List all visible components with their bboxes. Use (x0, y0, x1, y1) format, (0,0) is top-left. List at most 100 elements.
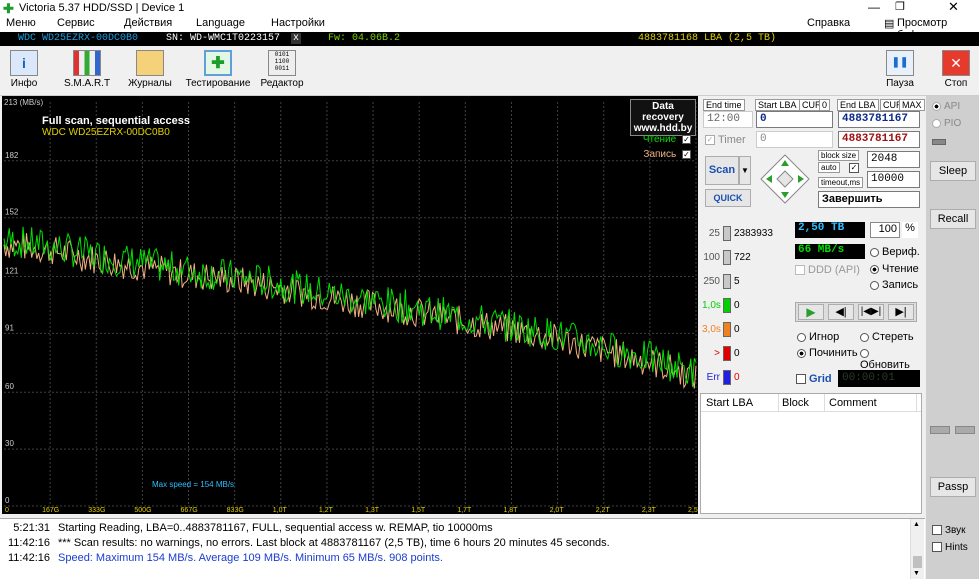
menu-item-help[interactable]: Справка (807, 17, 850, 29)
device-serial: SN: WD-WMC1T0223157 (166, 33, 281, 44)
verify-label: Вериф. (882, 246, 920, 258)
x-tick-label: 1,8T (503, 507, 518, 514)
col-divider (916, 394, 917, 412)
scroll-thumb[interactable] (913, 556, 922, 568)
rewind-icon[interactable]: ◀| (828, 304, 854, 320)
erase-radio[interactable]: Стереть (860, 331, 914, 343)
x-tick-label: 833G (227, 507, 244, 514)
sound-checkbox[interactable]: Звук (932, 525, 966, 536)
write-radio[interactable]: Запись (870, 279, 918, 291)
sound-label: Звук (945, 525, 966, 536)
col-comment[interactable]: Comment (829, 397, 877, 409)
end-icon[interactable]: ▶| (888, 304, 914, 320)
scan-button[interactable]: Scan (705, 156, 739, 185)
tab-smart-label: S.M.A.R.T (63, 78, 111, 89)
ddd-checkbox[interactable]: DDD (API) (795, 264, 860, 276)
log-message: *** Scan results: no warnings, no errors… (58, 537, 610, 549)
stat-color-box (723, 298, 731, 313)
menu-item-actions[interactable]: Действия (124, 17, 172, 29)
repair-radio[interactable]: Починить (797, 347, 858, 359)
tab-testing-label: Тестирование (185, 78, 251, 89)
end-max-button[interactable]: MAX (899, 99, 925, 111)
block-size-select[interactable]: 2048 (867, 151, 920, 168)
stop-label: Стоп (944, 78, 968, 89)
end-lba-field[interactable]: 4883781167 (838, 111, 920, 128)
finish-select[interactable]: Завершить (818, 191, 920, 208)
end-time-field[interactable]: 12:00 (703, 111, 753, 128)
stat-count: 2383933 (734, 228, 773, 239)
legend-read-checkbox[interactable]: ✓ (682, 134, 691, 144)
stat-label: 250 (703, 276, 720, 287)
direction-pad[interactable] (760, 154, 810, 204)
menu-item-service[interactable]: Сервис (57, 17, 95, 29)
tab-editor-label: Редактор (260, 78, 304, 89)
ignore-radio[interactable]: Игнор (797, 331, 839, 343)
x-tick-label: 2,2T (596, 507, 611, 514)
tab-editor[interactable]: 0101 1100 0011 Редактор (258, 50, 306, 89)
play-icon[interactable]: ▶ (798, 304, 824, 320)
tab-testing[interactable]: ✚ Тестирование (184, 50, 252, 89)
auto-label: auto (818, 162, 840, 173)
stat-color-box (723, 322, 731, 337)
close-icon[interactable]: ✕ (948, 0, 959, 15)
tab-info[interactable]: i Инфо (6, 50, 42, 89)
speed-graph-svg: 182 152 121 91 60 30 0 167G 333G 500G 667G 833G 1,0T… (3, 102, 698, 514)
clipboard-icon: ▤ (884, 18, 895, 30)
scroll-up-icon[interactable]: ▲ (913, 521, 920, 528)
stop-button[interactable]: ✕ Стоп (938, 50, 974, 89)
menu-bar: Меню Сервис Действия Language Настройки … (0, 16, 979, 41)
stat-count: 0 (734, 372, 740, 383)
scroll-down-icon[interactable]: ▼ (913, 570, 920, 577)
x-tick-label: 1,3T (365, 507, 380, 514)
device-model: WDC WD25EZRX-00DC0B0 (18, 33, 139, 44)
stat-label: 1,0s (702, 300, 721, 311)
auto-checkbox[interactable]: ✓ (849, 163, 859, 173)
stat-label: > (714, 348, 720, 359)
passp-button[interactable]: Passp (930, 477, 976, 497)
quick-button[interactable]: QUICK (705, 189, 751, 207)
restore-icon[interactable]: ❐ (895, 0, 905, 13)
read-radio[interactable]: Чтение (870, 263, 919, 275)
api-label: API (944, 101, 961, 112)
small-button-1[interactable] (930, 426, 950, 434)
small-button-2[interactable] (955, 426, 975, 434)
pause-button[interactable]: ❚❚ Пауза (882, 50, 918, 89)
legend-write-checkbox[interactable]: ✓ (682, 149, 691, 159)
log-scrollbar[interactable]: ▲ ▼ (910, 519, 924, 579)
step-icon[interactable]: |◀▶| (858, 304, 884, 320)
smart-icon (73, 50, 101, 76)
menu-item-settings[interactable]: Настройки (271, 17, 325, 29)
tab-logs[interactable]: Журналы (126, 50, 174, 89)
start-lba-label: Start LBA (755, 99, 800, 111)
menu-item-menu[interactable]: Меню (6, 17, 36, 29)
verify-radio[interactable]: Вериф. (870, 246, 920, 258)
api-radio[interactable]: API (932, 101, 960, 112)
timer-field[interactable]: 0 (756, 131, 833, 148)
col-block[interactable]: Block (782, 397, 809, 409)
hints-checkbox[interactable]: Hints (932, 542, 968, 553)
stat-count: 5 (734, 276, 740, 287)
timer-checkbox[interactable]: ✓ Timer (705, 134, 746, 146)
scan-dropdown-icon[interactable]: ▼ (739, 156, 751, 185)
menu-item-language[interactable]: Language (196, 17, 245, 29)
stat-color-box (723, 274, 731, 289)
end-lba-field-2[interactable]: 4883781167 (838, 131, 920, 148)
grid-checkbox[interactable]: Grid (796, 373, 832, 385)
tab-smart[interactable]: S.M.A.R.T (62, 50, 112, 89)
log-panel[interactable]: 5:21:31 Starting Reading, LBA=0..48837811… (0, 518, 925, 579)
timeout-select[interactable]: 10000 (867, 171, 920, 188)
x-tick-label: 1,2T (319, 507, 334, 514)
device-close-button[interactable]: x (291, 33, 302, 44)
data-recovery-banner[interactable]: Data recovery www.hdd.by (630, 99, 696, 136)
start-lba-field[interactable]: 0 (756, 111, 833, 128)
col-start-lba[interactable]: Start LBA (706, 397, 753, 409)
defect-table[interactable]: Start LBA Block Comment (700, 393, 922, 514)
sleep-button[interactable]: Sleep (930, 161, 976, 181)
start-zero-button[interactable]: 0 (819, 99, 831, 111)
y-tick-label: 30 (5, 439, 14, 448)
refresh-radio[interactable]: Обновить (860, 347, 920, 371)
minimize-icon[interactable]: — (868, 0, 880, 14)
log-time: 11:42:16 (7, 552, 50, 564)
pio-radio[interactable]: PIO (932, 118, 961, 129)
recall-button[interactable]: Recall (930, 209, 976, 229)
